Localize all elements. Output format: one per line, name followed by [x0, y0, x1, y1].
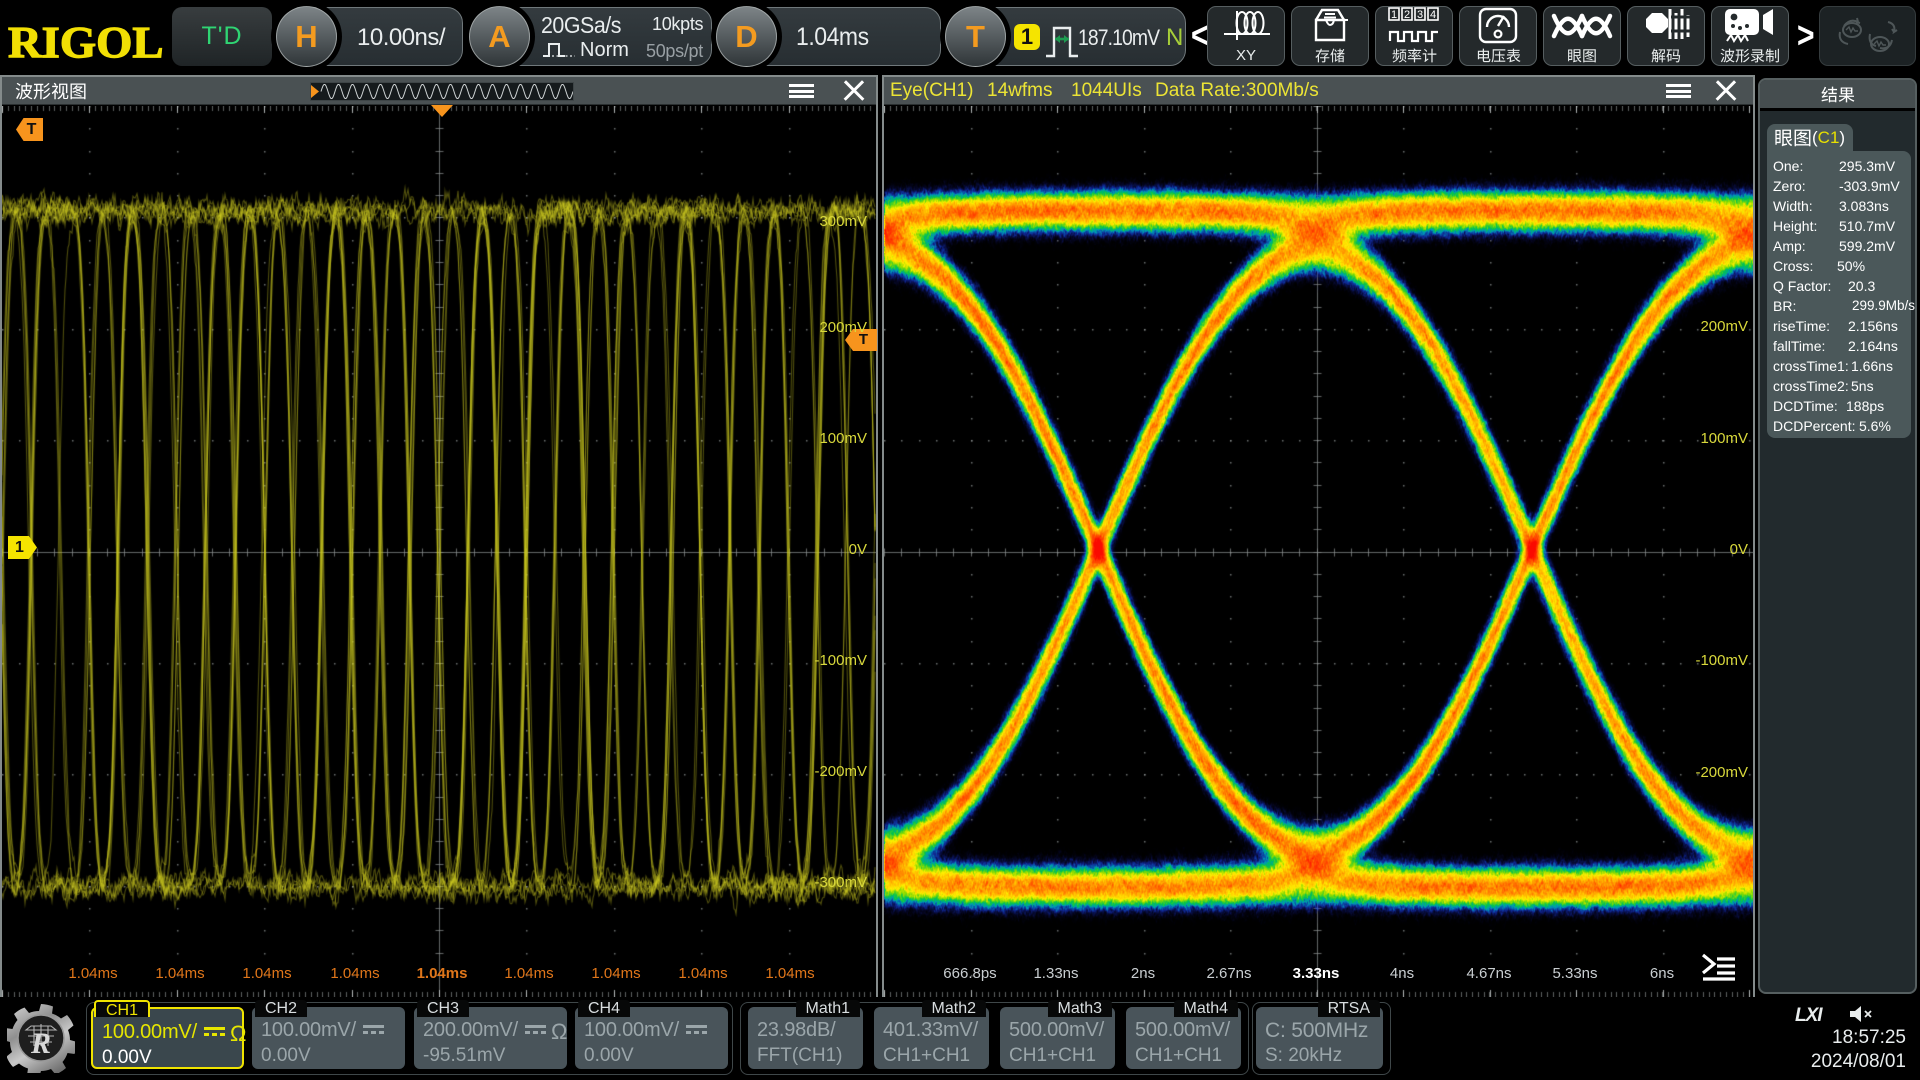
- svg-text:1: 1: [1391, 9, 1397, 21]
- svg-text:4: 4: [1430, 9, 1436, 21]
- svg-text:3: 3: [1417, 9, 1423, 21]
- svg-text:R: R: [30, 1027, 51, 1060]
- svg-text:2: 2: [1404, 9, 1410, 21]
